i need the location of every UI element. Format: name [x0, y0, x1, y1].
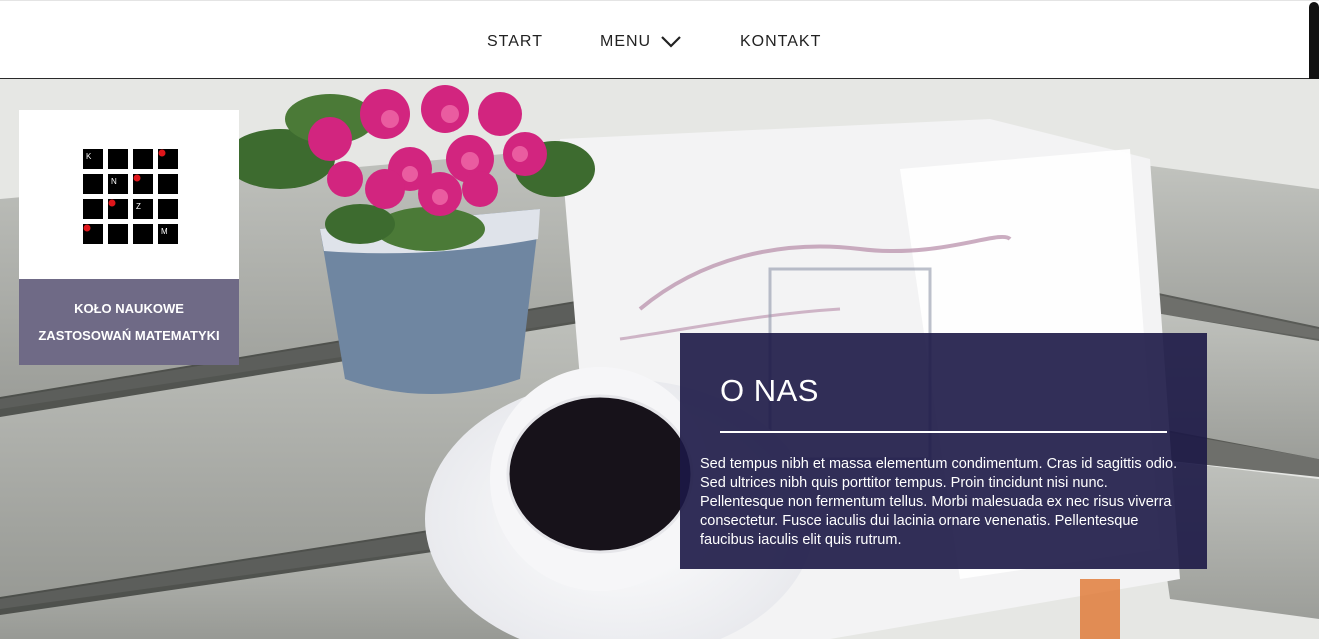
- logo-letter-k: K: [86, 152, 92, 161]
- knzm-logo: K N Z M: [83, 149, 178, 244]
- about-divider: [720, 431, 1167, 433]
- chevron-down-icon[interactable]: [660, 35, 682, 49]
- logo-caption-line2: ZASTOSOWAŃ MATEMATYKI: [38, 328, 220, 343]
- logo-caption: KOŁO NAUKOWE ZASTOSOWAŃ MATEMATYKI: [19, 279, 239, 365]
- nav-start-link[interactable]: START: [487, 33, 543, 51]
- nav-kontakt-link[interactable]: KONTAKT: [740, 33, 821, 51]
- logo-caption-line1: KOŁO NAUKOWE: [74, 301, 184, 316]
- logo-letter-n: N: [111, 177, 117, 186]
- logo-letter-z: Z: [136, 202, 141, 211]
- top-navigation: START MENU KONTAKT: [0, 0, 1319, 79]
- about-section: O NAS Sed tempus nibh et massa elementum…: [680, 333, 1207, 569]
- nav-menu-link[interactable]: MENU: [600, 33, 651, 51]
- logo-card[interactable]: K N Z M KOŁO NAUKOWE ZASTOSOWAŃ MATEMATY…: [19, 110, 239, 365]
- about-text: Sed tempus nibh et massa elementum condi…: [700, 456, 1178, 548]
- logo-letter-m: M: [161, 227, 168, 236]
- about-title: O NAS: [720, 373, 819, 408]
